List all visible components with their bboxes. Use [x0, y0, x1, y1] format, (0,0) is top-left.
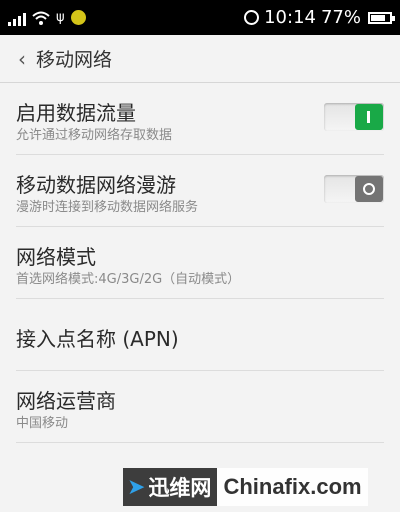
- enable-data-toggle[interactable]: [324, 103, 384, 131]
- setting-data-roaming[interactable]: 移动数据网络漫游 漫游时连接到移动数据网络服务: [16, 155, 384, 227]
- setting-subtitle: 漫游时连接到移动数据网络服务: [16, 200, 199, 215]
- watermark-site: Chinafix.com: [217, 468, 368, 506]
- setting-title: 接入点名称 (APN): [16, 327, 179, 351]
- arrow-icon: ➤: [127, 474, 146, 500]
- battery-level-fill: [371, 14, 385, 21]
- setting-title: 网络运营商: [16, 389, 116, 413]
- status-bar-right: 10:14 77%: [244, 7, 395, 28]
- status-time: 10:14: [264, 7, 316, 28]
- settings-list: 启用数据流量 允许通过移动网络存取数据 移动数据网络漫游 漫游时连接到移动数据网…: [0, 83, 400, 443]
- app-header: ‹ 移动网络: [0, 35, 400, 83]
- status-bar-left: ψ: [8, 10, 86, 26]
- usb-icon: ψ: [56, 10, 65, 25]
- page-title: 移动网络: [36, 49, 113, 71]
- toggle-knob-on: [355, 104, 383, 130]
- back-icon[interactable]: ‹: [10, 47, 34, 71]
- alarm-icon: [244, 10, 260, 25]
- battery-icon: [368, 11, 395, 24]
- watermark-logo: ➤ 迅维网: [123, 468, 218, 506]
- notification-icon: [70, 10, 86, 25]
- setting-subtitle: 首选网络模式:4G/3G/2G（自动模式）: [16, 272, 241, 287]
- setting-apn[interactable]: 接入点名称 (APN): [16, 299, 384, 371]
- setting-enable-data[interactable]: 启用数据流量 允许通过移动网络存取数据: [16, 83, 384, 155]
- setting-network-mode[interactable]: 网络模式 首选网络模式:4G/3G/2G（自动模式）: [16, 227, 384, 299]
- data-roaming-toggle[interactable]: [324, 175, 384, 203]
- watermark: ➤ 迅维网 Chinafix.com: [123, 468, 368, 506]
- setting-title: 网络模式: [16, 245, 96, 269]
- setting-network-operator[interactable]: 网络运营商 中国移动: [16, 371, 384, 443]
- setting-subtitle: 中国移动: [16, 416, 69, 431]
- watermark-logo-text: 迅维网: [148, 476, 212, 500]
- status-bar: ψ 10:14 77%: [0, 0, 400, 35]
- setting-title: 启用数据流量: [16, 101, 136, 125]
- setting-title: 移动数据网络漫游: [16, 173, 176, 197]
- battery-percent: 77%: [320, 7, 361, 28]
- toggle-knob-off: [355, 176, 383, 202]
- signal-icon: [8, 10, 26, 26]
- wifi-icon: [32, 11, 50, 25]
- setting-subtitle: 允许通过移动网络存取数据: [16, 128, 173, 143]
